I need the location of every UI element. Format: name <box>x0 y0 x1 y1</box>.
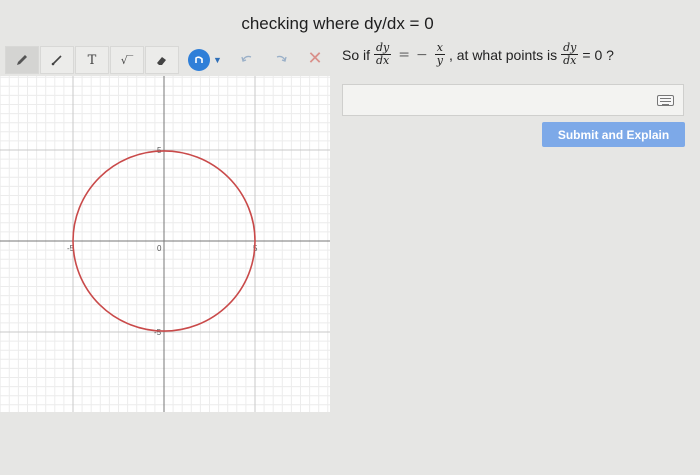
chevron-down-icon: ▼ <box>213 55 222 65</box>
undo-icon <box>241 55 252 62</box>
undo-button[interactable] <box>236 52 258 64</box>
minus-sign: − <box>416 46 428 63</box>
question-text: So if dy dx = − x y , at what points is … <box>342 42 614 67</box>
graph-canvas[interactable]: -5 0 55-5 <box>0 76 330 412</box>
history-controls: ✕ <box>236 49 338 67</box>
shape-color-picker[interactable]: ▼ <box>188 49 222 71</box>
pencil-icon <box>15 53 29 67</box>
keyboard-icon[interactable] <box>657 95 674 106</box>
derivative-fraction: dy dx <box>374 42 392 67</box>
submit-explain-button[interactable]: Submit and Explain <box>542 122 685 147</box>
color-circle-icon <box>188 49 210 71</box>
eraser-tool-button[interactable] <box>145 46 179 74</box>
question-middle: , at what points is <box>448 46 558 63</box>
question-suffix: = 0 ? <box>582 46 614 63</box>
text-tool-button[interactable]: T <box>75 46 109 74</box>
sqrt-tool-button[interactable]: √‾ <box>110 46 144 74</box>
redo-icon <box>276 55 287 62</box>
redo-button[interactable] <box>270 52 292 64</box>
frac-denominator: dx <box>376 54 390 67</box>
page-title: checking where dy/dx = 0 <box>241 14 434 33</box>
y-tick-label: -5 <box>154 328 162 337</box>
question-prefix: So if <box>342 46 371 63</box>
frac-denominator: y <box>436 54 443 67</box>
origin-label: 0 <box>157 244 162 253</box>
pencil-tool-button[interactable] <box>5 46 39 74</box>
derivative-fraction: dy dx <box>561 42 579 67</box>
clear-button[interactable]: ✕ <box>304 49 326 67</box>
equals-sign: = <box>398 46 411 63</box>
line-icon <box>50 53 64 67</box>
frac-denominator: dx <box>563 54 577 67</box>
drawing-toolbar: T √‾ ▼ <box>5 45 222 75</box>
answer-input[interactable] <box>342 84 684 116</box>
sqrt-icon: √‾ <box>120 53 134 67</box>
xy-fraction: x y <box>434 42 445 67</box>
eraser-icon <box>155 53 169 67</box>
line-tool-button[interactable] <box>40 46 74 74</box>
text-icon: T <box>87 52 97 68</box>
